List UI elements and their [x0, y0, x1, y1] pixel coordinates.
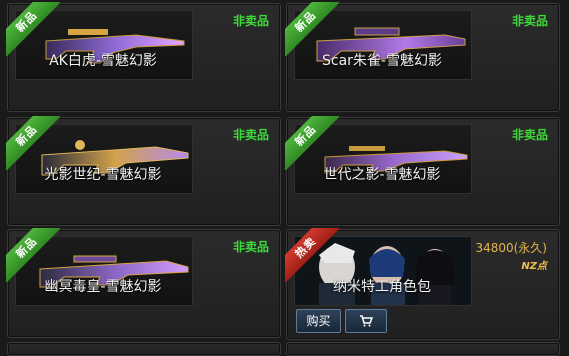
not-for-sale-label: 非卖品 [511, 128, 548, 142]
hot-badge: 热卖 [285, 228, 339, 282]
buy-button[interactable]: 购买 [296, 309, 341, 333]
shop-item-card[interactable]: 新品 光影世纪-雪魅幻影 非卖品 [6, 116, 281, 226]
shop-item-card-partial[interactable] [286, 342, 560, 356]
item-name: 纳米特工角色包 [333, 279, 431, 295]
not-for-sale-label: 非卖品 [511, 14, 548, 28]
shop-item-card-partial[interactable] [7, 342, 281, 356]
currency-label: NZ点 [521, 261, 547, 272]
shop-item-card[interactable]: 新品 世代之影-雪魅幻影 非卖品 [285, 116, 560, 226]
new-badge: 新品 [285, 2, 339, 56]
shop-item-card[interactable]: 新品 Scar朱雀-雪魅幻影 非卖品 [285, 2, 560, 112]
item-name: 光影世纪-雪魅幻影 [44, 167, 162, 183]
not-for-sale-label: 非卖品 [232, 240, 269, 254]
not-for-sale-label: 非卖品 [232, 128, 269, 142]
item-name: 幽冥毒皇-雪魅幻影 [44, 279, 162, 295]
shop-item-grid: 新品 AK白虎-雪魅幻影 非卖品 新品 Scar朱雀-雪魅幻影 非卖品 新品 光… [0, 0, 569, 356]
not-for-sale-label: 非卖品 [232, 14, 269, 28]
new-badge: 新品 [285, 116, 339, 170]
shop-item-card[interactable]: 热卖 纳米特工角色包 34800(永久) NZ点 购买 [285, 228, 560, 340]
new-badge: 新品 [6, 228, 60, 282]
cart-button[interactable] [345, 309, 387, 333]
new-badge: 新品 [6, 116, 60, 170]
cart-icon [360, 315, 374, 327]
price-label: 34800(永久) [475, 241, 547, 255]
shop-item-card[interactable]: 新品 AK白虎-雪魅幻影 非卖品 [6, 2, 281, 112]
item-name: AK白虎-雪魅幻影 [49, 53, 157, 69]
item-name: Scar朱雀-雪魅幻影 [322, 53, 442, 69]
shop-item-card[interactable]: 新品 幽冥毒皇-雪魅幻影 非卖品 [6, 228, 281, 338]
item-name: 世代之影-雪魅幻影 [323, 167, 441, 183]
new-badge: 新品 [6, 2, 60, 56]
